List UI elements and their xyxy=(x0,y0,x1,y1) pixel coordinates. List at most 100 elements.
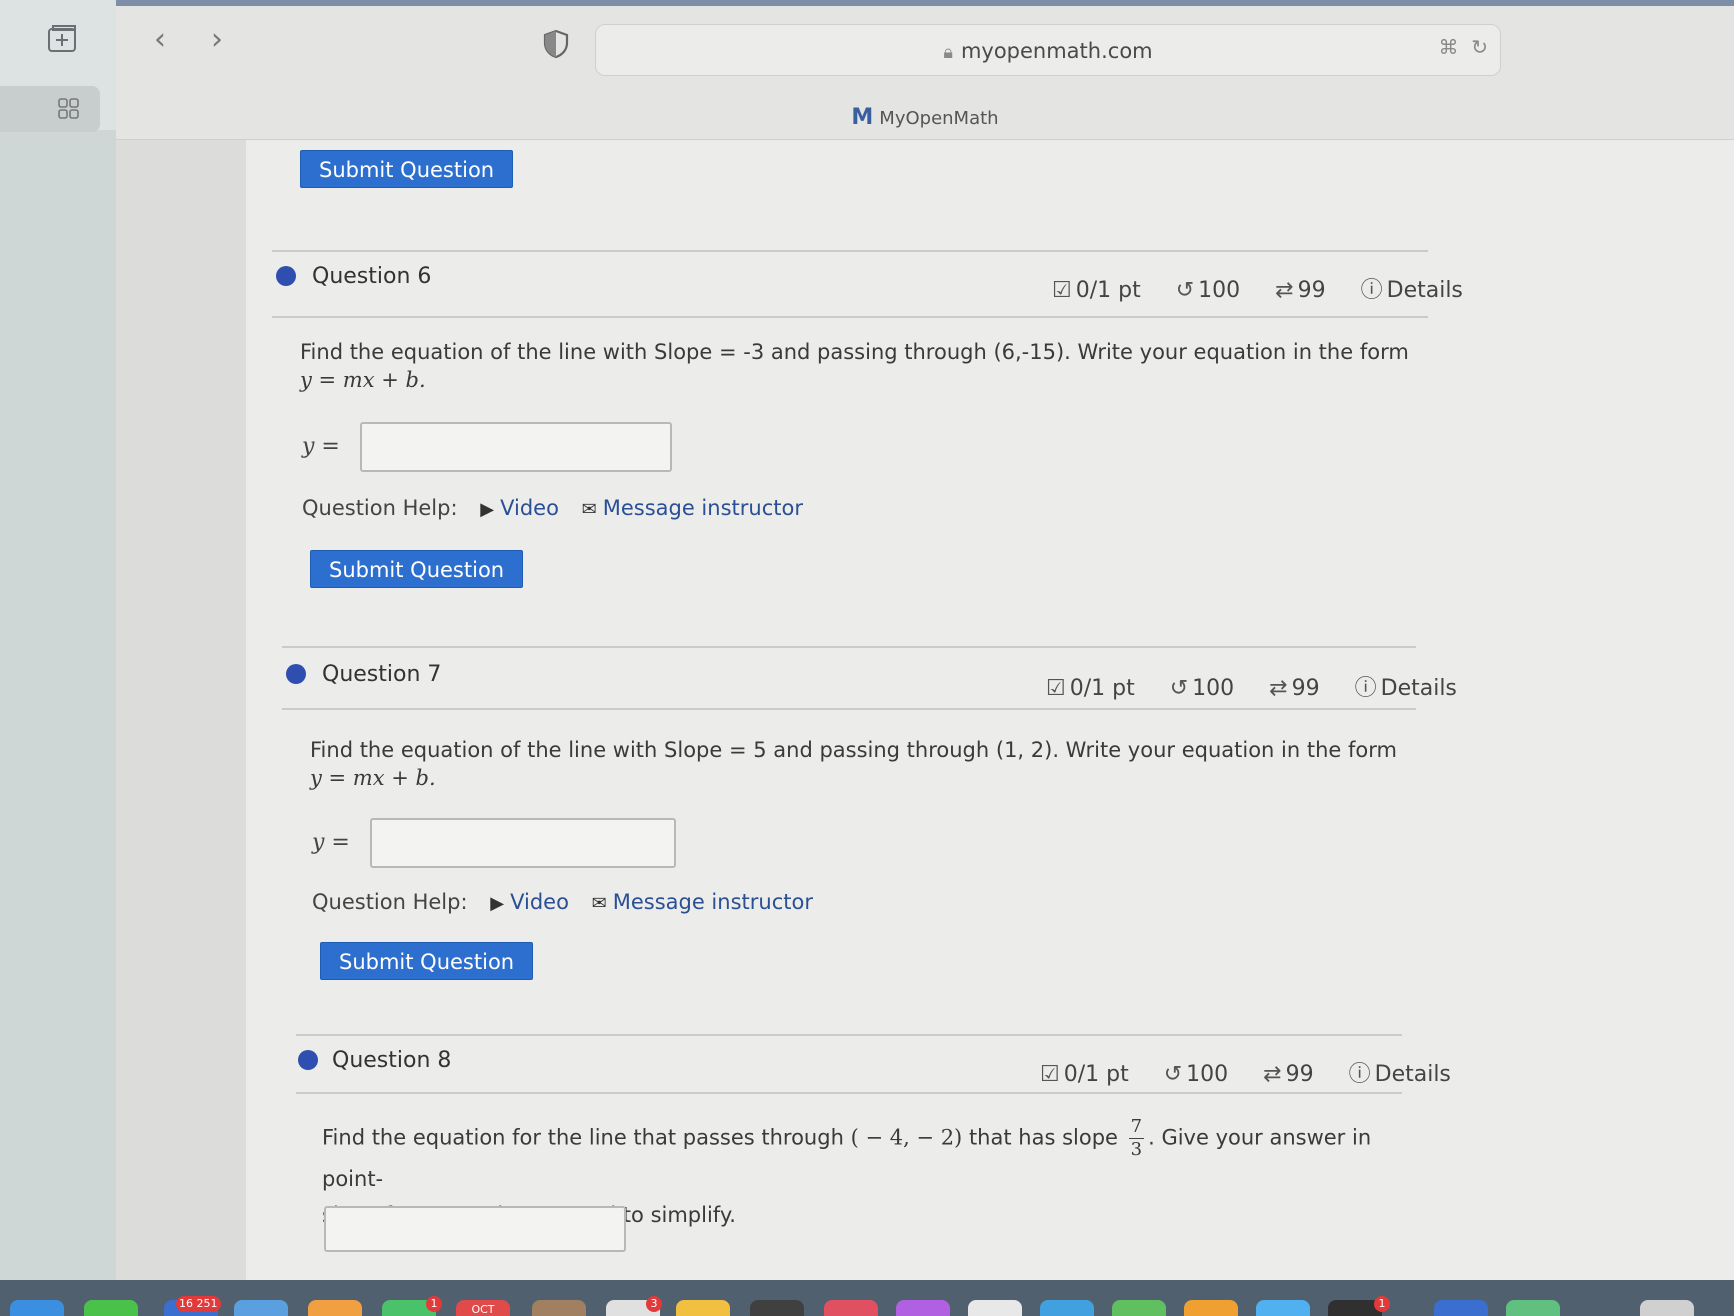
attempts-text: 99 xyxy=(1291,676,1320,701)
score-text: 0/1 pt xyxy=(1069,676,1135,701)
dock-app-photos[interactable] xyxy=(308,1300,362,1316)
details-link[interactable]: ⓘ Details xyxy=(1361,278,1477,303)
forward-icon[interactable]: › xyxy=(202,22,232,58)
score-text: 0/1 pt xyxy=(1075,278,1141,303)
divider xyxy=(296,1092,1402,1094)
page-left-gutter xyxy=(116,140,246,1280)
info-icon: ⓘ xyxy=(1348,1062,1371,1087)
question-title: Question 7 xyxy=(322,662,442,687)
dock-app-keynote[interactable] xyxy=(1256,1300,1310,1316)
video-icon: ▶ xyxy=(490,893,505,914)
slope-fraction: 73 xyxy=(1128,1116,1145,1161)
attempts-text: 99 xyxy=(1297,278,1326,303)
info-icon: ⓘ xyxy=(1354,676,1377,701)
dock-badge: 16 251 xyxy=(176,1296,221,1312)
video-icon: ▶ xyxy=(480,499,495,520)
myopenmath-logo-icon: M xyxy=(851,105,874,130)
details-label: Details xyxy=(1380,676,1457,701)
divider xyxy=(282,646,1416,648)
privacy-shield-icon[interactable] xyxy=(540,28,572,60)
assessment-content xyxy=(246,140,1734,1280)
divider xyxy=(282,708,1416,710)
translate-icon[interactable]: ⌘ xyxy=(1439,35,1459,59)
tab-overview-button[interactable] xyxy=(0,86,100,132)
details-link[interactable]: ⓘ Details xyxy=(1355,676,1471,701)
dock-badge: 1 xyxy=(1374,1296,1390,1312)
tab-title-bar[interactable]: M MyOpenMath xyxy=(116,100,1734,136)
retry-icon: ↺ xyxy=(1175,278,1195,303)
dock-app-notes[interactable] xyxy=(676,1300,730,1316)
dock-app-zoom[interactable] xyxy=(1434,1300,1488,1316)
answer-input[interactable] xyxy=(360,422,672,472)
dock-badge: 3 xyxy=(646,1296,662,1312)
message-instructor-link[interactable]: ✉ Message instructor xyxy=(592,890,813,914)
question-status-dot xyxy=(298,1050,318,1070)
dock-app-podcasts[interactable] xyxy=(896,1300,950,1316)
mail-icon: ✉ xyxy=(581,499,597,520)
dock-trash[interactable] xyxy=(1640,1300,1694,1316)
browser-sidebar xyxy=(0,0,116,1316)
question-status-dot xyxy=(276,266,296,286)
mail-icon: ✉ xyxy=(591,893,607,914)
retries-text: 100 xyxy=(1186,1062,1229,1087)
divider xyxy=(272,316,1428,318)
question-text-part: that has slope xyxy=(968,1125,1118,1150)
dock-app-numbers[interactable] xyxy=(1112,1300,1166,1316)
checkbox-icon: ☑ xyxy=(1040,1062,1060,1087)
dock-app-finder[interactable] xyxy=(10,1300,64,1316)
answer-input[interactable] xyxy=(370,818,676,868)
message-instructor-link[interactable]: ✉ Message instructor xyxy=(582,496,803,520)
dock-badge: 1 xyxy=(426,1296,442,1312)
back-icon[interactable]: ‹ xyxy=(145,22,175,58)
question-status-dot xyxy=(286,664,306,684)
submit-question-button-top[interactable]: Submit Question xyxy=(300,150,514,188)
divider xyxy=(296,1034,1402,1036)
question-meta: ☑ 0/1 pt ↺ 100 ⇄ 99 ⓘ Details xyxy=(1052,272,1491,304)
video-link[interactable]: ▶ Video xyxy=(490,890,569,914)
new-tab-group-icon[interactable] xyxy=(46,24,80,54)
toolbar-accent xyxy=(116,0,1734,6)
details-label: Details xyxy=(1386,278,1463,303)
fraction-denominator: 3 xyxy=(1130,1139,1143,1160)
answer-label: y = xyxy=(302,434,340,459)
dock-app-news[interactable] xyxy=(968,1300,1022,1316)
dock-app-contacts[interactable] xyxy=(532,1300,586,1316)
answer-input[interactable] xyxy=(324,1206,626,1252)
question-help: Question Help: ▶ Video ✉ Message instructo… xyxy=(312,890,813,914)
dock-app-maps[interactable] xyxy=(234,1300,288,1316)
question-help: Question Help: ▶ Video ✉ Message instructo… xyxy=(302,496,803,520)
message-label: Message instructor xyxy=(602,496,803,520)
help-label: Question Help: xyxy=(302,496,458,520)
point-value: ( − 4, − 2) xyxy=(850,1125,963,1150)
dock-app-appstore[interactable] xyxy=(1040,1300,1094,1316)
reload-icon[interactable]: ↻ xyxy=(1471,35,1488,59)
video-label: Video xyxy=(510,890,569,914)
retry-icon: ↺ xyxy=(1163,1062,1183,1087)
help-label: Question Help: xyxy=(312,890,468,914)
question-title: Question 8 xyxy=(332,1048,452,1073)
fraction-numerator: 7 xyxy=(1128,1116,1145,1139)
question-meta: ☑ 0/1 pt ↺ 100 ⇄ 99 ⓘ Details xyxy=(1040,1056,1479,1088)
dock-app-messages[interactable] xyxy=(84,1300,138,1316)
attempts-text: 99 xyxy=(1285,1062,1314,1087)
dock-app-pages[interactable] xyxy=(1184,1300,1238,1316)
retry-icon: ↺ xyxy=(1169,676,1189,701)
checkbox-icon: ☑ xyxy=(1046,676,1066,701)
url-text: myopenmath.com xyxy=(960,39,1153,63)
tab-title: MyOpenMath xyxy=(879,108,999,129)
retries-text: 100 xyxy=(1192,676,1235,701)
submit-question-button[interactable]: Submit Question xyxy=(320,942,534,980)
dock-app-calendar-oct[interactable]: OCT xyxy=(456,1300,510,1316)
retries-text: 100 xyxy=(1198,278,1241,303)
dock-app-downloads[interactable] xyxy=(1506,1300,1560,1316)
dock-app-tv[interactable] xyxy=(750,1300,804,1316)
attempts-icon: ⇄ xyxy=(1263,1062,1282,1087)
details-link[interactable]: ⓘ Details xyxy=(1349,1062,1465,1087)
address-bar[interactable]: 🔒︎ myopenmath.com ⌘ ↻ xyxy=(595,24,1501,76)
video-link[interactable]: ▶ Video xyxy=(480,496,559,520)
submit-question-button[interactable]: Submit Question xyxy=(310,550,524,588)
question-text-line1: Find the equation of the line with Slope… xyxy=(300,340,1409,364)
answer-label: y = xyxy=(312,830,350,855)
question-text: Find the equation of the line with Slope… xyxy=(300,338,1410,394)
dock-app-music[interactable] xyxy=(824,1300,878,1316)
